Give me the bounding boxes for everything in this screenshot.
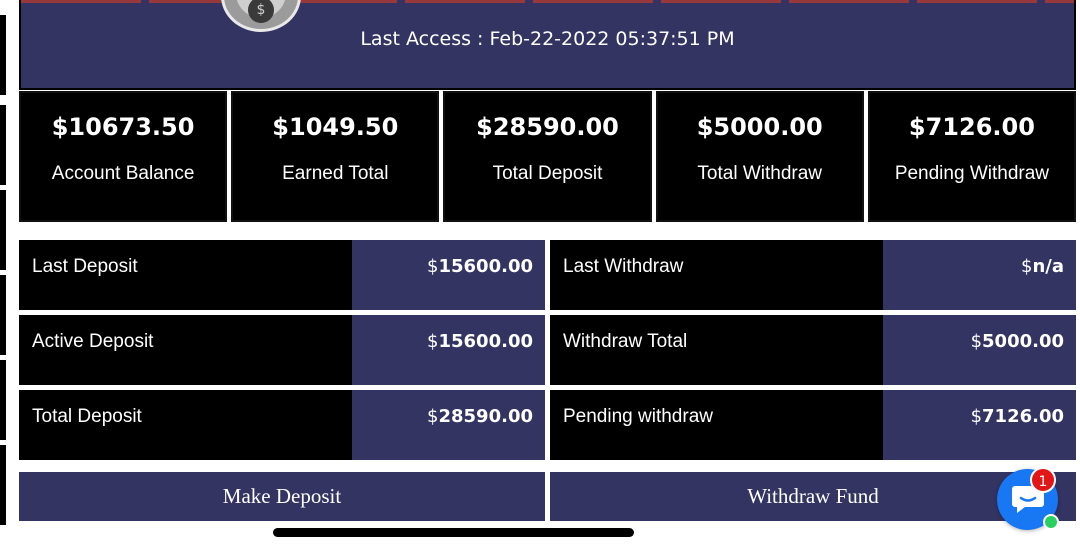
online-status-dot bbox=[1043, 514, 1059, 530]
stat-label: Pending Withdraw bbox=[894, 163, 1050, 184]
stat-label: Total Deposit bbox=[492, 163, 603, 184]
last-access-text: Last Access : Feb-22-2022 05:37:51 PM bbox=[360, 28, 735, 50]
detail-pending-withdraw: Pending withdraw $7126.00 bbox=[550, 390, 1076, 460]
detail-row: Active Deposit $15600.00 Withdraw Total … bbox=[19, 315, 1076, 385]
chat-widget[interactable]: 1 bbox=[997, 467, 1071, 531]
detail-label: Total Deposit bbox=[19, 390, 352, 460]
stat-amount: $10673.50 bbox=[51, 113, 195, 141]
unread-badge: 1 bbox=[1030, 467, 1056, 493]
left-edge-rail bbox=[0, 0, 6, 550]
detail-total-deposit: Total Deposit $28590.00 bbox=[19, 390, 545, 460]
detail-value: $7126.00 bbox=[883, 390, 1076, 460]
make-deposit-button[interactable]: Make Deposit bbox=[19, 472, 545, 521]
stat-earned-total: $1049.50 Earned Total bbox=[231, 91, 440, 222]
detail-label: Pending withdraw bbox=[550, 390, 883, 460]
detail-value: $15600.00 bbox=[352, 240, 545, 310]
detail-value: $n/a bbox=[883, 240, 1076, 310]
stat-account-balance: $10673.50 Account Balance bbox=[19, 91, 228, 222]
header-top-border bbox=[21, 0, 1074, 3]
stats-summary: $10673.50 Account Balance $1049.50 Earne… bbox=[19, 91, 1077, 222]
stat-amount: $5000.00 bbox=[696, 113, 823, 141]
stat-total-withdraw: $5000.00 Total Withdraw bbox=[655, 91, 864, 222]
detail-value: $28590.00 bbox=[352, 390, 545, 460]
detail-withdraw-total: Withdraw Total $5000.00 bbox=[550, 315, 1076, 385]
detail-last-deposit: Last Deposit $15600.00 bbox=[19, 240, 545, 310]
stat-total-deposit: $28590.00 Total Deposit bbox=[443, 91, 652, 222]
stat-amount: $28590.00 bbox=[476, 113, 619, 141]
stat-amount: $7126.00 bbox=[908, 113, 1035, 141]
detail-label: Withdraw Total bbox=[550, 315, 883, 385]
detail-active-deposit: Active Deposit $15600.00 bbox=[19, 315, 545, 385]
action-buttons: Make Deposit Withdraw Fund bbox=[19, 472, 1076, 521]
home-indicator bbox=[273, 528, 634, 537]
detail-value: $5000.00 bbox=[883, 315, 1076, 385]
detail-label: Active Deposit bbox=[19, 315, 352, 385]
stat-label: Total Withdraw bbox=[697, 163, 823, 184]
detail-row: Total Deposit $28590.00 Pending withdraw… bbox=[19, 390, 1076, 460]
account-header: $ Last Access : Feb-22-2022 05:37:51 PM bbox=[19, 0, 1076, 90]
stat-pending-withdraw: $7126.00 Pending Withdraw bbox=[867, 91, 1077, 222]
detail-label: Last Withdraw bbox=[550, 240, 883, 310]
detail-value: $15600.00 bbox=[352, 315, 545, 385]
stat-label: Earned Total bbox=[282, 163, 389, 184]
stat-amount: $1049.50 bbox=[272, 113, 399, 141]
detail-label: Last Deposit bbox=[19, 240, 352, 310]
detail-last-withdraw: Last Withdraw $n/a bbox=[550, 240, 1076, 310]
stat-label: Account Balance bbox=[51, 163, 195, 184]
detail-row: Last Deposit $15600.00 Last Withdraw $n/… bbox=[19, 240, 1076, 310]
